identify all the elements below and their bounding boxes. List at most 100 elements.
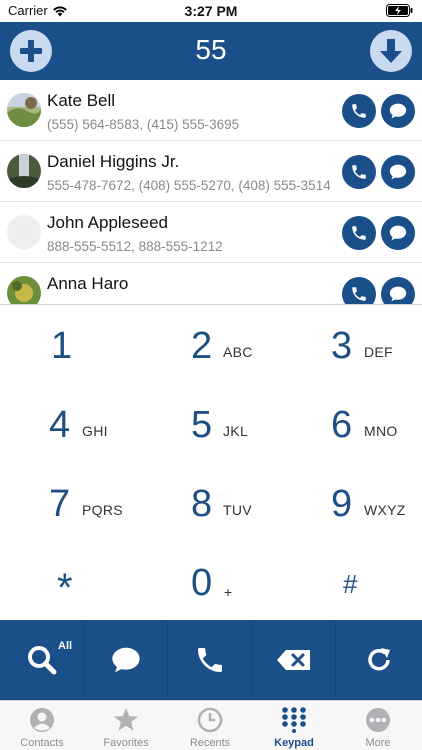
action-bar: All (0, 620, 422, 700)
tab-contacts[interactable]: Contacts (0, 701, 84, 750)
message-button[interactable] (84, 620, 168, 700)
key-digit: 9 (331, 483, 353, 525)
key-digit: 8 (191, 483, 213, 525)
avatar (7, 93, 41, 127)
message-icon (111, 647, 140, 673)
phone-icon (352, 226, 366, 240)
arrow-down-icon (380, 39, 402, 63)
key-digit: * (57, 566, 73, 610)
person-icon (29, 707, 55, 733)
key-letters: MNO (364, 423, 398, 439)
key-hash[interactable]: # (282, 542, 422, 621)
call-button[interactable] (342, 277, 376, 304)
key-5[interactable]: 5 JKL (141, 384, 281, 463)
contact-phones: 888-555-5512, 888-555-1212 (47, 239, 223, 254)
battery-icon (386, 4, 414, 22)
message-button[interactable] (381, 216, 415, 250)
key-letters: PQRS (82, 502, 123, 518)
contact-list[interactable]: Kate Bell (555) 564-8583, (415) 555-3695… (0, 80, 422, 304)
contact-name: Daniel Higgins Jr. (47, 152, 180, 171)
message-icon (389, 103, 407, 119)
status-time: 3:27 PM (184, 3, 238, 19)
key-4[interactable]: 4 GHI (0, 384, 140, 463)
contact-row[interactable]: Daniel Higgins Jr. 555-478-7672, (408) 5… (0, 141, 422, 202)
phone-icon (197, 648, 222, 672)
tab-label: Recents (189, 737, 231, 749)
key-digit: 5 (191, 404, 213, 446)
key-digit: # (343, 569, 358, 599)
refresh-icon (368, 648, 390, 671)
key-letters: GHI (82, 423, 108, 439)
contact-name: Kate Bell (47, 91, 116, 110)
dialed-number: 55 (195, 34, 227, 65)
search-all-button[interactable]: All (0, 620, 84, 700)
key-letters: ABC (223, 344, 253, 360)
key-digit: 1 (51, 325, 73, 367)
dialer-header: 55 (0, 22, 422, 80)
key-0[interactable]: 0 + (141, 542, 281, 621)
backspace-button[interactable] (252, 620, 336, 700)
key-star[interactable]: * (0, 542, 140, 621)
keypad-icon (281, 707, 307, 733)
message-button[interactable] (381, 277, 415, 304)
tab-recents[interactable]: Recents (168, 701, 252, 750)
tab-label: Contacts (20, 737, 64, 749)
contact-phones: 555-478-7672, (408) 555-5270, (408) 555-… (47, 178, 331, 193)
more-icon (365, 707, 391, 733)
avatar (7, 154, 41, 188)
phone-icon (352, 165, 366, 179)
message-icon (389, 286, 407, 302)
key-letters: DEF (364, 344, 393, 360)
key-letters: TUV (223, 502, 252, 518)
key-digit: 4 (49, 404, 71, 446)
tab-label: Favorites (103, 737, 149, 749)
key-3[interactable]: 3 DEF (282, 305, 422, 384)
message-icon (389, 225, 407, 241)
call-button[interactable] (342, 155, 376, 189)
key-letters: JKL (223, 423, 249, 439)
call-button[interactable] (342, 216, 376, 250)
key-digit: 3 (331, 325, 353, 367)
contact-phones: (555) 564-8583, (415) 555-3695 (47, 117, 240, 132)
key-digit: 7 (49, 483, 71, 525)
contact-name: Anna Haro (47, 274, 129, 293)
call-button[interactable] (168, 620, 252, 700)
message-icon (389, 164, 407, 180)
tab-favorites[interactable]: Favorites (84, 701, 168, 750)
tab-label: More (365, 737, 391, 749)
backspace-icon (276, 650, 310, 670)
call-button[interactable] (342, 94, 376, 128)
key-7[interactable]: 7 PQRS (0, 463, 140, 542)
phone-icon (352, 104, 366, 118)
key-9[interactable]: 9 WXYZ (282, 463, 422, 542)
clock-icon (197, 707, 223, 733)
refresh-button[interactable] (336, 620, 422, 700)
phone-icon (352, 287, 366, 301)
contact-row[interactable]: Anna Haro (0, 263, 422, 304)
search-scope-badge: All (58, 640, 73, 652)
avatar (7, 215, 41, 249)
tab-bar: Contacts Favorites Recents Keypad More (0, 700, 422, 750)
key-8[interactable]: 8 TUV (141, 463, 281, 542)
contact-name: John Appleseed (47, 213, 168, 232)
key-digit: 2 (191, 325, 213, 367)
download-button[interactable] (370, 30, 412, 72)
contact-row[interactable]: John Appleseed 888-555-5512, 888-555-121… (0, 202, 422, 263)
star-icon (113, 707, 139, 733)
message-button[interactable] (381, 94, 415, 128)
key-digit: 0 (191, 562, 213, 604)
key-2[interactable]: 2 ABC (141, 305, 281, 384)
tab-more[interactable]: More (336, 701, 422, 750)
key-6[interactable]: 6 MNO (282, 384, 422, 463)
key-1[interactable]: 1 (0, 305, 140, 384)
tab-label: Keypad (274, 737, 314, 749)
status-bar: Carrier 3:27 PM (0, 0, 422, 22)
key-letters: WXYZ (364, 502, 406, 518)
keypad: 1 2 ABC 3 DEF 4 GHI 5 JKL 6 MNO 7 PQRS 8… (0, 304, 422, 620)
key-digit: 6 (331, 404, 353, 446)
message-button[interactable] (381, 155, 415, 189)
avatar (7, 276, 41, 304)
search-icon (27, 646, 56, 675)
contact-row[interactable]: Kate Bell (555) 564-8583, (415) 555-3695 (0, 80, 422, 141)
tab-keypad[interactable]: Keypad (252, 701, 336, 750)
